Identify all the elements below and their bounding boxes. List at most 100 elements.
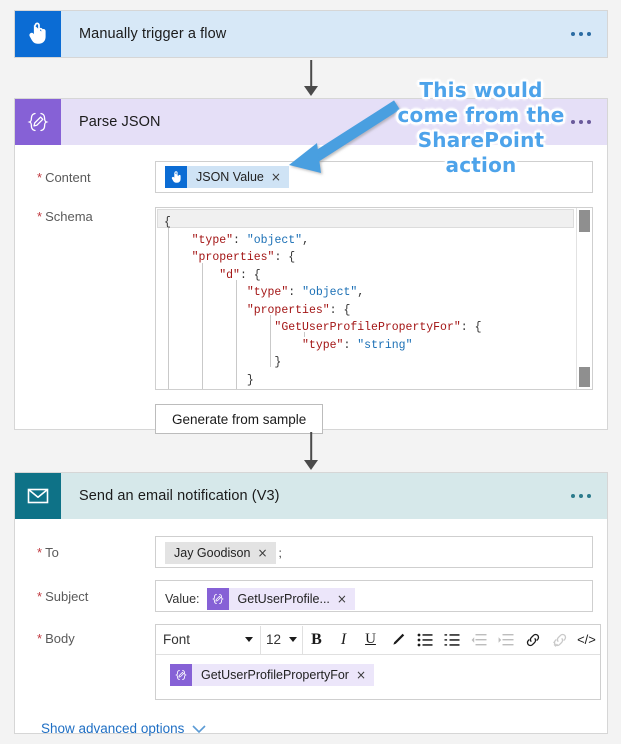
token-remove-button[interactable]: × [271,170,289,184]
italic-icon[interactable]: I [330,626,357,654]
required-asterisk: * [37,589,43,604]
schema-code-editor[interactable]: { "type": "object", "properties": { "d":… [155,207,593,390]
ellipsis-dot [571,494,575,498]
trigger-more-options-button[interactable] [571,32,591,36]
token-label: JSON Value [196,170,264,184]
code-line: "type": "string" [302,338,413,352]
email-card-title: Send an email notification (V3) [79,488,280,504]
ellipsis-dot [579,120,583,124]
code-line: { [164,216,171,229]
code-line: "type": "object", [191,233,309,247]
schema-scrollbar[interactable] [576,208,592,389]
bulleted-list-icon[interactable] [411,626,438,654]
decrease-indent-icon[interactable] [465,626,492,654]
scrollbar-thumb-top[interactable] [579,210,590,232]
rich-text-toolbar: Font 12 B I U </> [156,625,600,655]
required-asterisk: * [37,209,43,224]
underline-icon[interactable]: U [357,626,384,654]
remove-link-icon[interactable] [546,626,573,654]
code-line: } [246,373,254,387]
trigger-card-header[interactable]: Manually trigger a flow [15,11,607,57]
font-family-value: Font [163,632,191,647]
code-view-icon[interactable]: </> [573,626,600,654]
generate-from-sample-button[interactable]: Generate from sample [155,404,324,434]
font-size-select[interactable]: 12 [261,625,303,654]
recipient-name: Jay Goodison [174,546,251,560]
schema-field-label: * Schema [15,207,155,224]
token-remove-button[interactable]: × [337,592,355,606]
chevron-down-icon [192,724,206,733]
ellipsis-dot [587,32,591,36]
to-field-row: * To Jay Goodison × ; [15,536,607,568]
chevron-down-icon [289,637,297,642]
schema-json-code: { "type": "object", "properties": { "d":… [156,208,592,389]
to-field-label: * To [15,536,155,560]
token-label: GetUserProfile... [237,591,330,606]
flow-designer-canvas: Manually trigger a flow Parse JSON * Con… [0,0,621,744]
schema-field-row: * Schema { "type": "object", "properties"… [15,207,607,390]
json-braces-pencil-icon [15,99,61,145]
recipient-chip-jay-goodison[interactable]: Jay Goodison × [165,542,276,564]
font-size-value: 12 [266,632,282,647]
token-getuserprofile-subject[interactable]: GetUserProfile... × [206,587,355,610]
json-braces-pencil-icon [170,664,192,686]
code-line: "d": { [219,268,261,282]
connector-trigger-to-parse [281,60,341,98]
ellipsis-dot [579,494,583,498]
show-advanced-options-link[interactable]: Show advanced options [41,721,207,736]
ellipsis-dot [587,120,591,124]
token-getuserprofilepropertyfor-body[interactable]: GetUserProfilePropertyFor × [170,664,375,686]
code-line: } [274,356,282,369]
subject-label-text: Subject [45,589,89,604]
recipient-separator: ; [278,546,282,561]
scrollbar-thumb-bottom[interactable] [579,367,590,387]
advanced-options-label: Show advanced options [41,721,185,736]
ellipsis-dot [571,32,575,36]
json-braces-pencil-icon [206,587,229,610]
font-family-select[interactable]: Font [156,625,261,654]
parse-json-card-header[interactable]: Parse JSON [15,99,607,145]
to-label-text: To [45,545,59,560]
schema-label-text: Schema [45,209,93,224]
required-asterisk: * [37,545,43,560]
connector-parse-to-email [281,432,341,472]
trigger-card-title: Manually trigger a flow [79,26,227,42]
card-send-an-email-notification[interactable]: Send an email notification (V3) * To Jay … [14,472,608,736]
required-asterisk: * [37,631,43,646]
ellipsis-dot [579,32,583,36]
code-line: "type": "object", [246,286,365,299]
subject-field-row: * Subject Value: GetUserProfile... × [15,580,607,612]
subject-field-label: * Subject [15,580,155,604]
content-field-label: * Content [15,161,155,185]
token-remove-button[interactable]: × [356,668,374,682]
token-label: GetUserProfilePropertyFor [201,668,349,682]
card-parse-json[interactable]: Parse JSON * Content JSON Value × * Sche… [14,98,608,434]
hand-pointer-icon [15,11,61,57]
email-more-options-button[interactable] [571,494,591,498]
subject-input-field[interactable]: Value: GetUserProfile... × [155,580,593,612]
parse-json-more-options-button[interactable] [571,120,591,124]
insert-link-icon[interactable] [519,626,546,654]
code-line: "GetUserProfilePropertyFor": { [274,321,482,334]
content-input-field[interactable]: JSON Value × [155,161,593,193]
parse-json-card-title: Parse JSON [79,114,161,130]
chevron-down-icon [245,637,253,642]
token-json-value[interactable]: JSON Value × [165,166,289,188]
body-content-area[interactable]: GetUserProfilePropertyFor × [156,655,600,699]
body-rich-text-editor[interactable]: Font 12 B I U </> GetUserProfileProperty… [155,624,601,700]
content-field-row: * Content JSON Value × [15,161,607,193]
body-field-row: * Body Font 12 B I U </> GetUserProfileP… [15,624,607,700]
increase-indent-icon[interactable] [492,626,519,654]
hand-pointer-icon [165,166,187,188]
text-color-pen-icon[interactable] [384,626,411,654]
to-input-field[interactable]: Jay Goodison × ; [155,536,593,568]
body-label-text: Body [45,631,75,646]
card-manually-trigger-a-flow[interactable]: Manually trigger a flow [14,10,608,58]
bold-icon[interactable]: B [303,626,330,654]
email-card-header[interactable]: Send an email notification (V3) [15,473,607,519]
content-label-text: Content [45,170,91,185]
body-field-label: * Body [15,624,155,646]
recipient-remove-button[interactable]: × [257,546,275,560]
numbered-list-icon[interactable] [438,626,465,654]
code-line: "properties": { [246,303,351,317]
